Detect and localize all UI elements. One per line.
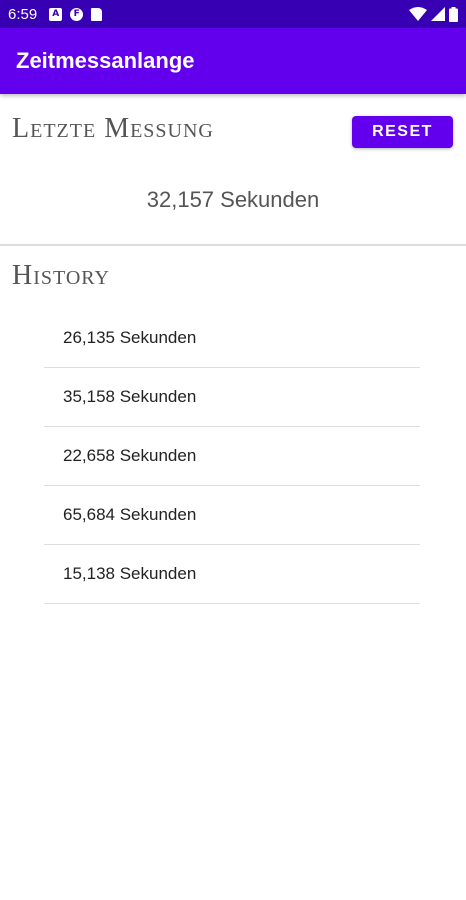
history-header: History — [12, 260, 110, 291]
wifi-icon — [409, 7, 427, 21]
circle-f-icon: F — [70, 7, 84, 21]
history-item[interactable]: 26,135 Sekunden — [44, 309, 420, 368]
history-item[interactable]: 65,684 Sekunden — [44, 486, 420, 545]
section-divider — [0, 244, 466, 246]
sd-card-icon — [91, 7, 103, 21]
a-icon: A — [49, 7, 63, 21]
signal-icon — [431, 7, 445, 21]
history-item[interactable]: 22,658 Sekunden — [44, 427, 420, 486]
reset-button[interactable]: RESET — [352, 116, 453, 148]
history-item[interactable]: 35,158 Sekunden — [44, 368, 420, 427]
current-measurement-value: 32,157 Sekunden — [146, 187, 320, 212]
last-measurement-header: Letzte Messung — [12, 113, 214, 144]
history-item[interactable]: 15,138 Sekunden — [44, 545, 420, 604]
app-title: Zeitmessanlange — [16, 48, 195, 73]
status-time: 6:59 — [8, 5, 38, 23]
status-bar: 6:59 A F — [0, 0, 466, 28]
battery-icon — [449, 6, 458, 22]
history-list: 26,135 Sekunden 35,158 Sekunden 22,658 S… — [44, 309, 420, 604]
app-bar: Zeitmessanlange — [0, 28, 466, 94]
